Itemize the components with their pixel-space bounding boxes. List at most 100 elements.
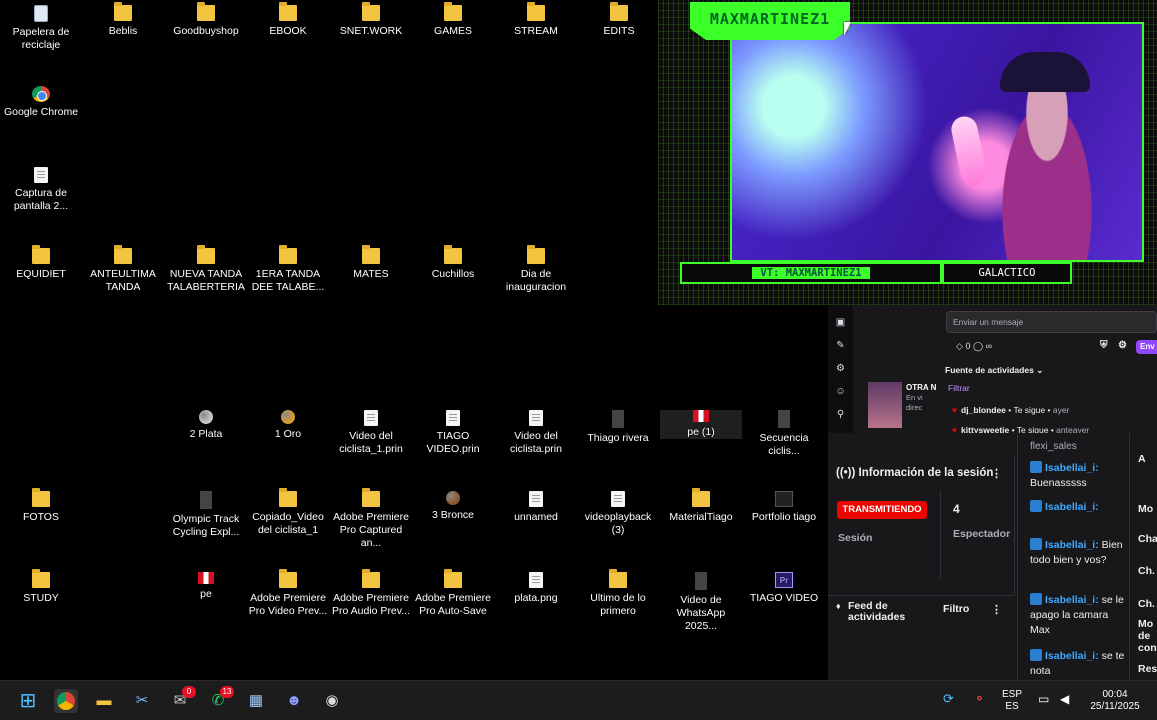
desktop-icon[interactable]: ANTEULTIMA TANDA: [82, 245, 164, 294]
desktop-icon[interactable]: SNET.WORK: [330, 2, 412, 38]
chat-panel: flexi_sales Isabellai_i: Buenasssss Isab…: [1017, 433, 1129, 680]
desktop-icon[interactable]: Adobe Premiere Pro Video Prev...: [247, 569, 329, 618]
strip-item: Res: [1138, 663, 1157, 675]
heart-icon: ♥: [952, 425, 958, 433]
feed-time: ayer: [1052, 405, 1070, 415]
language-indicator[interactable]: ESP ES: [1002, 689, 1022, 713]
filter-link[interactable]: Filtrar: [948, 383, 970, 393]
desktop-icon[interactable]: Thiago rivera: [577, 410, 659, 445]
desktop-icon-label: SNET.WORK: [339, 25, 403, 37]
desktop-icon[interactable]: 2 Plata: [165, 410, 247, 441]
send-button[interactable]: Env: [1136, 340, 1157, 354]
desktop-icon[interactable]: Google Chrome: [0, 86, 82, 119]
calculator-icon[interactable]: ▦: [244, 689, 268, 713]
desktop-icon[interactable]: Cuchillos: [412, 245, 494, 281]
chat-username[interactable]: Isabellai_i:: [1045, 650, 1099, 662]
desktop-icon[interactable]: Pr TIAGO VIDEO: [743, 572, 825, 605]
webcam-frame: [730, 22, 1144, 262]
desktop-icon[interactable]: pe: [165, 572, 247, 601]
desktop-icon[interactable]: EBOOK: [247, 2, 329, 38]
desktop-icon[interactable]: videoplayback (3): [577, 491, 659, 537]
desktop-icon[interactable]: EQUIDIET: [0, 245, 82, 281]
desktop-icon[interactable]: Dia de inauguracion: [495, 245, 577, 294]
shield-icon[interactable]: ⛨: [1100, 340, 1108, 351]
folder-icon: [279, 569, 297, 588]
desktop-icon[interactable]: Goodbuyshop: [165, 2, 247, 38]
desktop-icon[interactable]: Video del ciclista.prin: [495, 410, 577, 456]
doc-icon: [34, 167, 48, 183]
file-explorer-icon[interactable]: ▬: [92, 689, 116, 713]
discord-icon[interactable]: ☻: [282, 689, 306, 713]
desktop-icon-label: MATES: [353, 268, 389, 280]
activity-menu-icon[interactable]: ⋮: [991, 603, 1002, 616]
obs-icon[interactable]: ◉: [320, 689, 344, 713]
snipping-tool-icon[interactable]: ✂: [130, 689, 154, 713]
desktop-icon[interactable]: TIAGO VIDEO.prin: [412, 410, 494, 456]
otra-title: OTRA N: [906, 383, 937, 392]
chat-message-input[interactable]: Enviar un mensaje: [946, 311, 1157, 333]
desktop-icon[interactable]: Secuencia ciclis...: [743, 410, 825, 458]
desktop-icon[interactable]: Portfolio tiago: [743, 491, 825, 524]
chat-username[interactable]: Isabellai_i:: [1045, 539, 1099, 551]
folder-icon: [527, 245, 545, 264]
mail-app-icon[interactable]: ✉ 0: [168, 686, 196, 713]
desktop-icon[interactable]: STREAM: [495, 2, 577, 38]
desktop-icon[interactable]: 1 Oro: [247, 410, 329, 441]
desktop-icon[interactable]: Olympic Track Cycling Expl...: [165, 491, 247, 539]
desktop-icon[interactable]: Captura de pantalla 2...: [0, 167, 82, 213]
desktop-icon[interactable]: Adobe Premiere Pro Auto-Save: [412, 569, 494, 618]
desktop-icon[interactable]: Papelera de reciclaje: [0, 5, 82, 52]
desktop-icon[interactable]: MaterialTiago: [660, 488, 742, 524]
add-user-icon[interactable]: ⚲: [835, 409, 846, 420]
gear-icon[interactable]: ⚙: [835, 363, 846, 374]
desktop-icon[interactable]: MATES: [330, 245, 412, 281]
network-icon[interactable]: ▭: [1038, 693, 1049, 705]
desktop-icon[interactable]: pe (1): [660, 410, 742, 439]
desktop-icon[interactable]: Adobe Premiere Pro Captured an...: [330, 488, 412, 550]
desktop-icon[interactable]: Copiado_Video del ciclista_1: [247, 488, 329, 537]
desktop-icon[interactable]: unnamed: [495, 491, 577, 524]
desktop-icon[interactable]: 1ERA TANDA DEE TALABE...: [247, 245, 329, 294]
desktop-icon[interactable]: Ultimo de lo primero: [577, 569, 659, 618]
desktop-icon[interactable]: Beblis: [82, 2, 164, 38]
desktop-icon[interactable]: 3 Bronce: [412, 491, 494, 522]
activity-source-header[interactable]: Fuente de actividades ⌄: [945, 365, 1043, 376]
volume-icon[interactable]: ◀: [1060, 693, 1069, 705]
sync-icon[interactable]: ⟳: [943, 692, 954, 705]
desktop-icon[interactable]: NUEVA TANDA TALABERTERIA: [165, 245, 247, 294]
whatsapp-icon[interactable]: ✆ 13: [206, 686, 234, 713]
desktop-icon-label: TIAGO VIDEO.prin: [426, 430, 480, 455]
desktop-icon[interactable]: GAMES: [412, 2, 494, 38]
clock[interactable]: 00:04 25/11/2025: [1085, 689, 1145, 713]
chat-badge-icon: [1030, 500, 1042, 512]
session-menu-icon[interactable]: ⋮: [991, 467, 1002, 480]
desktop-icon[interactable]: EDITS: [578, 2, 660, 38]
desktop-icon-label: Dia de inauguracion: [505, 268, 567, 293]
desktop-icon[interactable]: Adobe Premiere Pro Audio Prev...: [330, 569, 412, 618]
divider: [940, 490, 941, 580]
microphone-icon[interactable]: ⚬: [974, 692, 985, 705]
settings-icon[interactable]: ⚙: [1118, 340, 1127, 351]
activity-filter-button[interactable]: Filtro: [943, 603, 969, 615]
desktop-icon-label: 1ERA TANDA DEE TALABE...: [251, 268, 325, 293]
chat-username[interactable]: Isabellai_i:: [1045, 501, 1099, 513]
desktop-icon-label: Adobe Premiere Pro Auto-Save: [415, 592, 491, 617]
desktop-icon-label: 1 Oro: [274, 428, 302, 440]
desktop-icon[interactable]: Video de WhatsApp 2025...: [660, 572, 742, 633]
folder-icon: [362, 488, 380, 507]
pencil-icon[interactable]: ✎: [835, 340, 846, 351]
start-button[interactable]: ⊞: [16, 689, 40, 713]
chat-username[interactable]: Isabellai_i:: [1045, 462, 1099, 474]
chrome-taskbar-icon[interactable]: [54, 689, 78, 713]
camera-icon[interactable]: ▣: [835, 317, 846, 328]
folder-icon: [279, 2, 297, 21]
desktop-icon[interactable]: plata.png: [495, 572, 577, 605]
chat-username[interactable]: Isabellai_i:: [1045, 594, 1099, 606]
timer-icon: ◯: [972, 341, 984, 351]
webcam-cap: [1000, 52, 1090, 92]
desktop-icon[interactable]: Video del ciclista_1.prin: [330, 410, 412, 456]
mail-badge: 0: [182, 686, 196, 698]
desktop-icon[interactable]: FOTOS: [0, 488, 82, 524]
smile-icon[interactable]: ☺: [835, 386, 846, 397]
desktop-icon[interactable]: STUDY: [0, 569, 82, 605]
